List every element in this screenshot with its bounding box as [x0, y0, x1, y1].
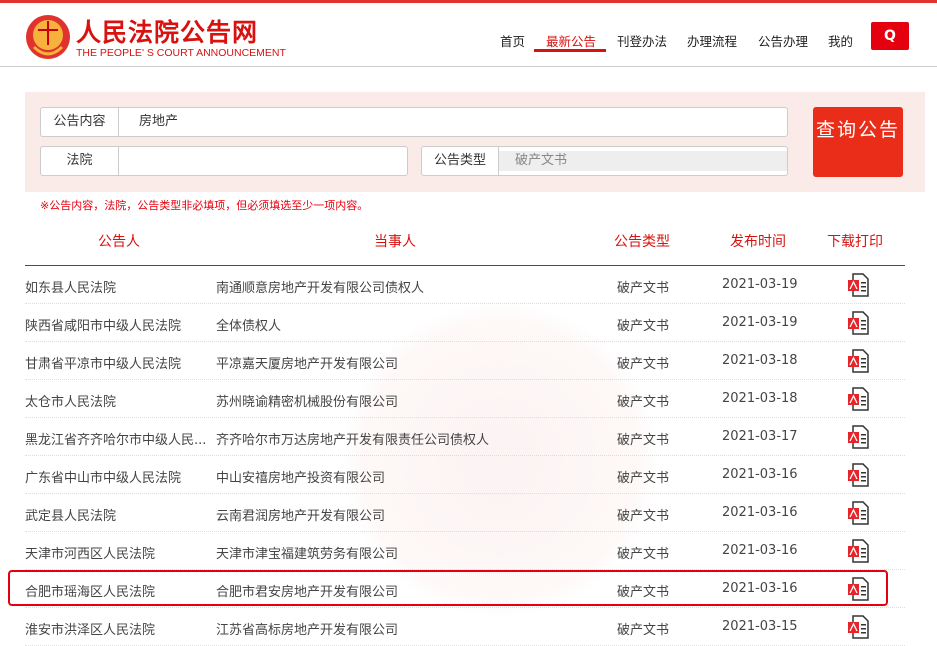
- col-header-party: 当事人: [374, 234, 416, 250]
- cell-date: 2021-03-15: [722, 619, 798, 634]
- cell-date: 2021-03-19: [722, 277, 798, 292]
- pdf-download-icon[interactable]: [847, 501, 869, 525]
- cell-publisher[interactable]: 武定县人民法院: [25, 505, 116, 524]
- nav-mine[interactable]: 我的: [828, 31, 853, 50]
- cell-type: 破产文书: [617, 433, 670, 448]
- pdf-download-icon[interactable]: [847, 311, 869, 335]
- cell-type: 破产文书: [617, 357, 670, 372]
- pdf-download-icon[interactable]: [847, 387, 869, 411]
- pdf-download-icon[interactable]: [847, 425, 869, 449]
- cell-party[interactable]: 齐齐哈尔市万达房地产开发有限责任公司债权人: [216, 429, 489, 448]
- pdf-download-icon[interactable]: [847, 539, 869, 563]
- cell-publisher[interactable]: 广东省中山市中级人民法院: [25, 467, 181, 486]
- cell-type: 破产文书: [617, 509, 670, 524]
- cell-type: 破产文书: [617, 319, 670, 334]
- cell-publisher[interactable]: 甘肃省平凉市中级人民法院: [25, 353, 181, 372]
- table-row[interactable]: 武定县人民法院 云南君润房地产开发有限公司 破产文书 2021-03-16: [25, 494, 905, 532]
- type-field[interactable]: 公告类型 破产文书: [421, 146, 788, 176]
- cell-party[interactable]: 苏州晓谕精密机械股份有限公司: [216, 391, 398, 410]
- cell-party[interactable]: 全体债权人: [216, 315, 281, 334]
- cell-type: 破产文书: [617, 281, 670, 296]
- col-header-publisher: 公告人: [98, 234, 140, 250]
- table-row[interactable]: 黑龙江省齐齐哈尔市中级人民... 齐齐哈尔市万达房地产开发有限责任公司债权人 破产文…: [25, 418, 905, 456]
- cell-publisher[interactable]: 太仓市人民法院: [25, 391, 116, 410]
- col-header-type: 公告类型: [614, 234, 670, 250]
- brand-subtitle: THE PEOPLE' S COURT ANNOUNCEMENT: [76, 47, 286, 59]
- col-header-date: 发布时间: [730, 234, 786, 250]
- cell-type: 破产文书: [617, 547, 670, 562]
- court-input[interactable]: [119, 147, 139, 175]
- site-header: 人民法院公告网 THE PEOPLE' S COURT ANNOUNCEMENT…: [0, 3, 937, 67]
- col-header-download: 下载打印: [827, 234, 883, 250]
- table-row[interactable]: 陕西省咸阳市中级人民法院 全体债权人 破产文书 2021-03-19: [25, 304, 905, 342]
- content-label: 公告内容: [41, 108, 119, 136]
- cell-publisher[interactable]: 淮安市洪泽区人民法院: [25, 619, 155, 638]
- cell-date: 2021-03-16: [722, 543, 798, 558]
- court-label: 法院: [41, 147, 119, 175]
- nav-home[interactable]: 首页: [500, 31, 525, 50]
- pdf-download-icon[interactable]: [847, 615, 869, 639]
- cell-publisher[interactable]: 黑龙江省齐齐哈尔市中级人民...: [25, 429, 206, 448]
- brand-title[interactable]: 人民法院公告网: [76, 13, 258, 49]
- cell-type: 破产文书: [617, 395, 670, 410]
- cell-party[interactable]: 平凉嘉天厦房地产开发有限公司: [216, 353, 398, 372]
- cell-party[interactable]: 江苏省高标房地产开发有限公司: [216, 619, 398, 638]
- court-emblem-logo[interactable]: [24, 11, 72, 63]
- content-field[interactable]: 公告内容 房地产: [40, 107, 788, 137]
- search-icon: Q: [884, 28, 896, 44]
- cell-publisher[interactable]: 天津市河西区人民法院: [25, 543, 155, 562]
- cell-publisher[interactable]: 陕西省咸阳市中级人民法院: [25, 315, 181, 334]
- table-row[interactable]: 如东县人民法院 南通顺意房地产开发有限公司债权人 破产文书 2021-03-19: [25, 266, 905, 304]
- active-nav-indicator: [534, 49, 606, 52]
- highlight-box: [8, 570, 888, 606]
- cell-party[interactable]: 中山安禧房地产投资有限公司: [216, 467, 385, 486]
- nav-handle[interactable]: 公告办理: [758, 31, 808, 50]
- table-row[interactable]: 天津市河西区人民法院 天津市津宝福建筑劳务有限公司 破产文书 2021-03-16: [25, 532, 905, 570]
- table-row[interactable]: 太仓市人民法院 苏州晓谕精密机械股份有限公司 破产文书 2021-03-18: [25, 380, 905, 418]
- cell-date: 2021-03-17: [722, 429, 798, 444]
- pdf-download-icon[interactable]: [847, 463, 869, 487]
- pdf-download-icon[interactable]: [847, 349, 869, 373]
- cell-type: 破产文书: [617, 623, 670, 638]
- cell-party[interactable]: 天津市津宝福建筑劳务有限公司: [216, 543, 398, 562]
- cell-date: 2021-03-18: [722, 391, 798, 406]
- nav-latest[interactable]: 最新公告: [546, 31, 596, 50]
- type-label: 公告类型: [422, 147, 499, 175]
- content-input[interactable]: 房地产: [119, 108, 178, 136]
- cell-date: 2021-03-19: [722, 315, 798, 330]
- search-button[interactable]: Q: [871, 22, 909, 50]
- cell-party[interactable]: 南通顺意房地产开发有限公司债权人: [216, 277, 424, 296]
- cell-date: 2021-03-18: [722, 353, 798, 368]
- nav-process[interactable]: 办理流程: [687, 31, 737, 50]
- query-button[interactable]: 查询公告: [813, 107, 903, 177]
- table-row[interactable]: 广东省中山市中级人民法院 中山安禧房地产投资有限公司 破产文书 2021-03-16: [25, 456, 905, 494]
- table-row[interactable]: 淮安市洪泽区人民法院 江苏省高标房地产开发有限公司 破产文书 2021-03-15: [25, 608, 905, 646]
- nav-publish-method[interactable]: 刊登办法: [617, 31, 667, 50]
- cell-party[interactable]: 云南君润房地产开发有限公司: [216, 505, 385, 524]
- cell-date: 2021-03-16: [722, 467, 798, 482]
- table-row[interactable]: 甘肃省平凉市中级人民法院 平凉嘉天厦房地产开发有限公司 破产文书 2021-03-18: [25, 342, 905, 380]
- cell-date: 2021-03-16: [722, 505, 798, 520]
- cell-type: 破产文书: [617, 471, 670, 486]
- pdf-download-icon[interactable]: [847, 273, 869, 297]
- cell-publisher[interactable]: 如东县人民法院: [25, 277, 116, 296]
- type-select[interactable]: 破产文书: [499, 151, 787, 171]
- form-note: ※公告内容，法院，公告类型非必填项，但必须填选至少一项内容。: [40, 199, 369, 212]
- court-field[interactable]: 法院: [40, 146, 408, 176]
